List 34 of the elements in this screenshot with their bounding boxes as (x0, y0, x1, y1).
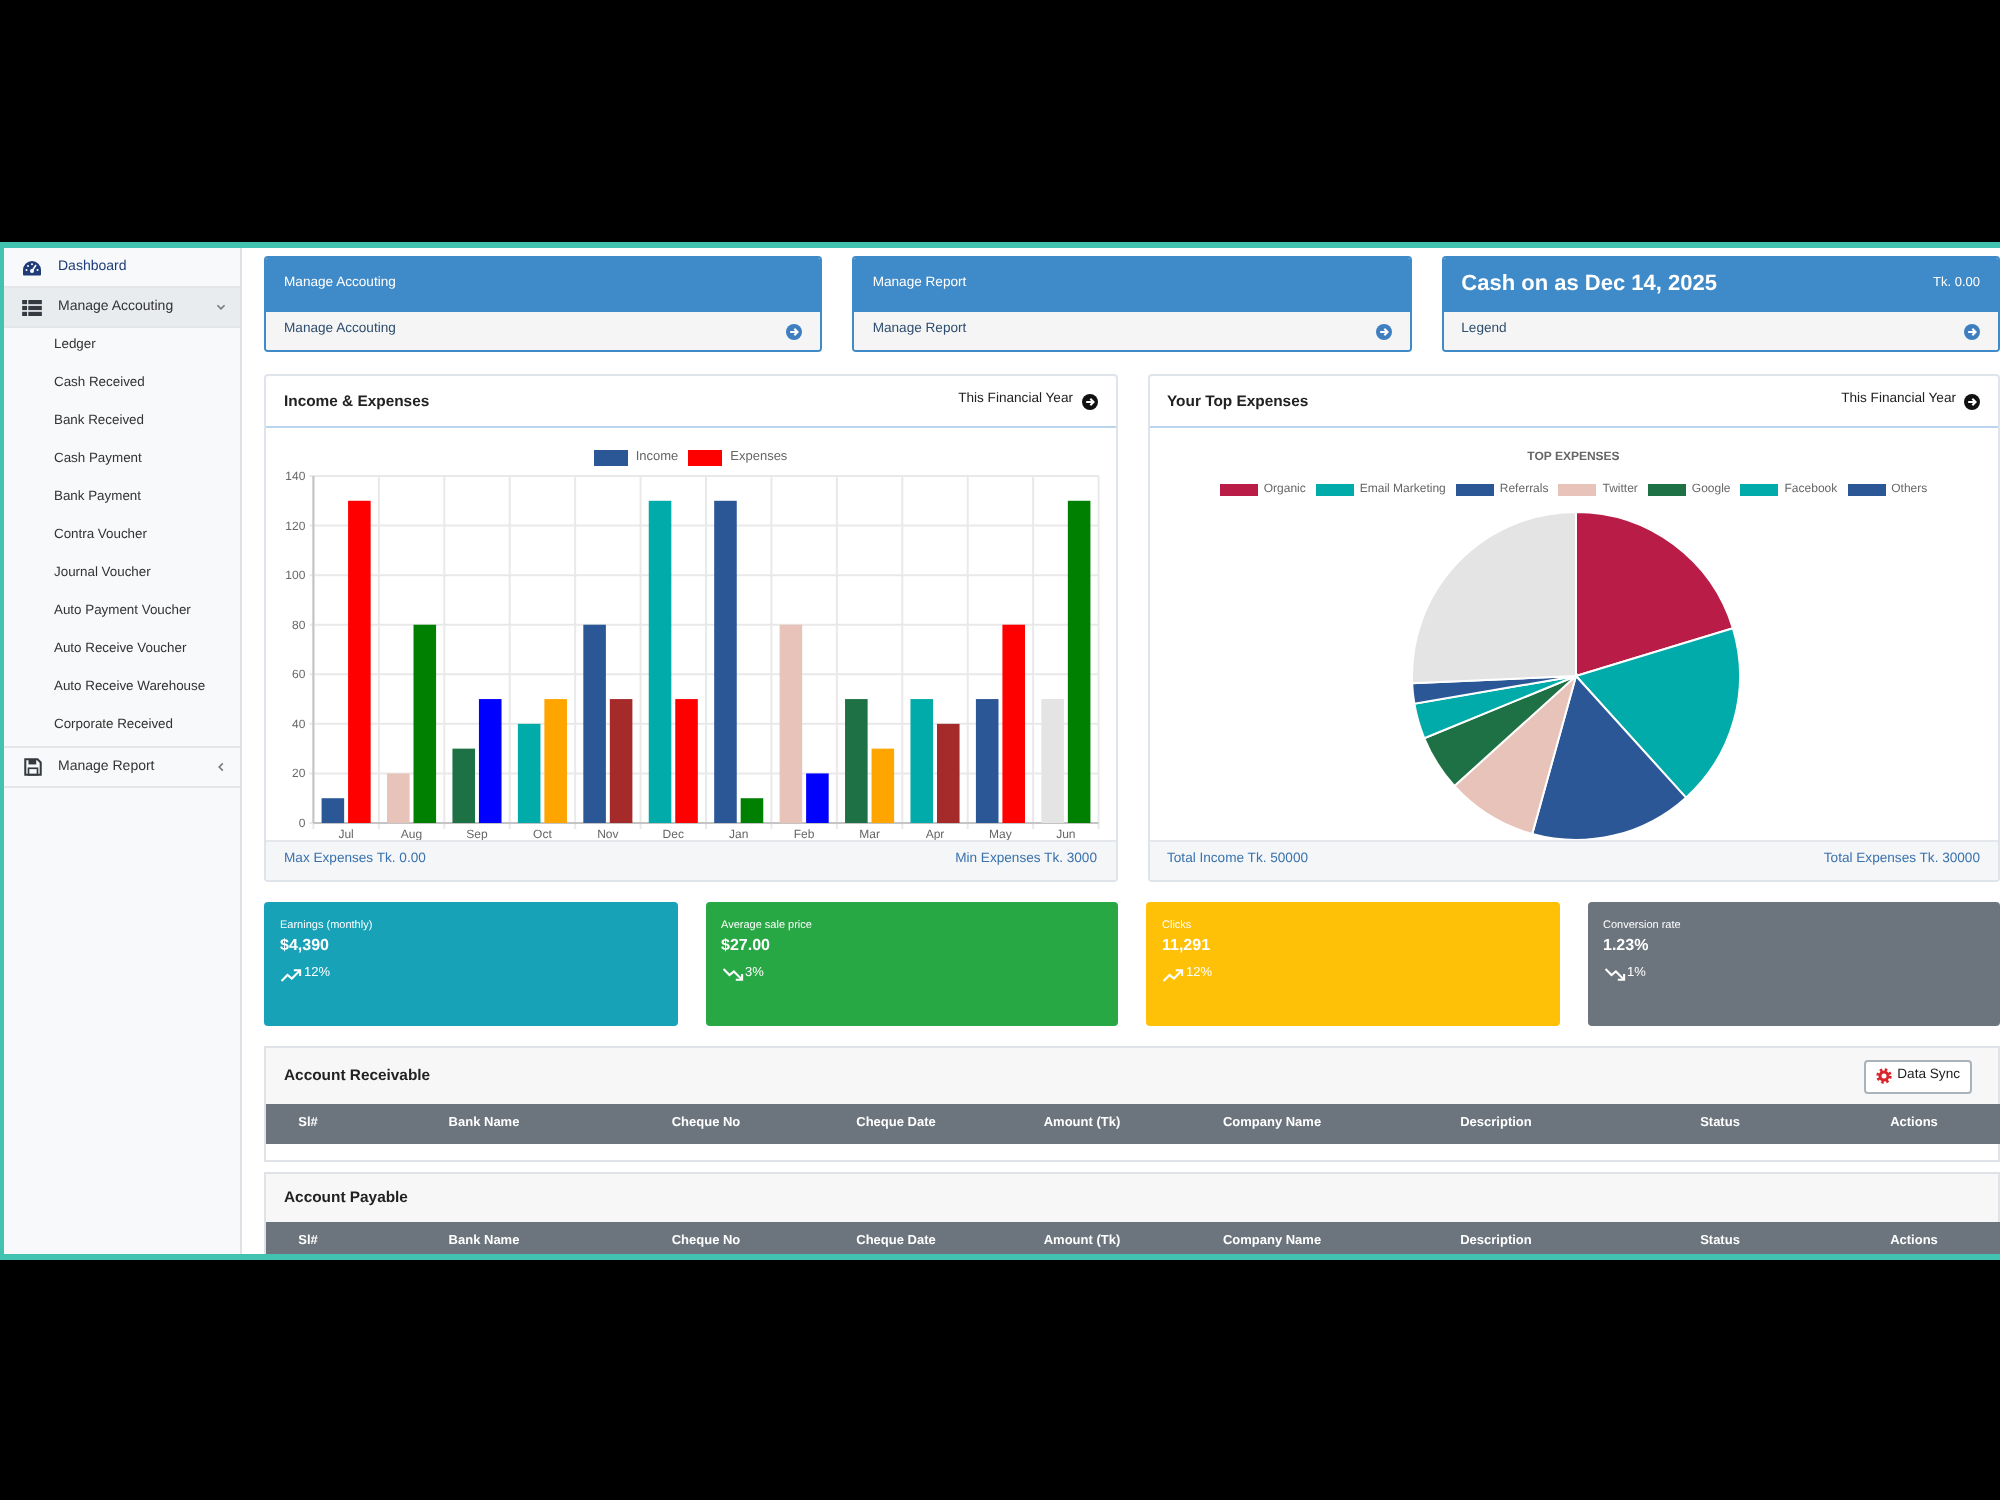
card-title: Cash on as Dec 14, 2025 (1461, 274, 1717, 296)
stat-value: $4,390 (280, 936, 329, 956)
circle-arrow-icon (1375, 323, 1392, 339)
stat-value: 1.23% (1603, 936, 1649, 956)
chevron-left-icon (218, 762, 224, 772)
chart-bar (544, 699, 567, 823)
trend-down-icon (721, 967, 743, 981)
circle-arrow-icon (786, 323, 803, 339)
chevron-down-icon (216, 304, 226, 310)
stat-value: $27.00 (721, 936, 770, 956)
circle-arrow-icon (1964, 393, 1980, 409)
chart-bar (609, 699, 633, 823)
chart-bar (517, 723, 541, 823)
chart-bar (387, 773, 410, 823)
chart-bar (910, 699, 934, 823)
chart-bar (478, 699, 502, 823)
trend-down-icon (1603, 967, 1625, 981)
chart-bar (321, 798, 345, 823)
chart-bar (806, 773, 829, 823)
chart-bar (845, 699, 868, 823)
circle-arrow-icon (1081, 393, 1097, 409)
chart-bar (452, 748, 475, 823)
chart-bar (975, 699, 999, 823)
stat-value: 11,291 (1162, 936, 1211, 956)
chart-bar (740, 798, 764, 823)
gear-icon (1875, 1068, 1892, 1084)
gauge-icon (22, 259, 42, 275)
chart-bar (871, 748, 895, 823)
chart-bar (937, 723, 960, 823)
circle-arrow-icon (1964, 323, 1980, 339)
trend-up-icon (1162, 967, 1184, 981)
list-icon (22, 299, 42, 315)
trend-up-icon (280, 967, 302, 981)
chart-bar (675, 699, 698, 823)
